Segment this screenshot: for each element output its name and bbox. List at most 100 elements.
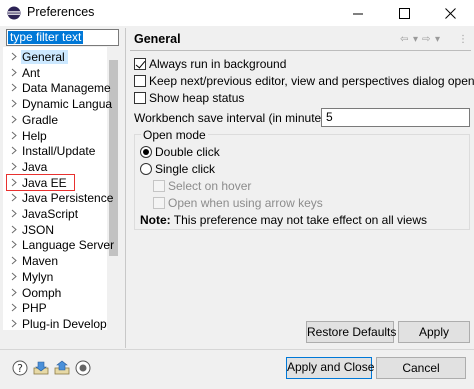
tree-item[interactable]: Plug-in Develop: [3, 316, 107, 330]
tree-item-label: JavaScript: [22, 207, 79, 221]
view-menu-icon[interactable]: ⋮: [458, 34, 468, 45]
note-label: Note:: [140, 213, 171, 227]
open-arrow-keys-checkbox[interactable]: [153, 197, 165, 209]
page-title: General: [134, 32, 181, 46]
page-navigation: ⇦ ▾ ⇨ ▾ ⋮: [400, 34, 470, 46]
double-click-radio[interactable]: [140, 146, 152, 158]
tree-item[interactable]: Oomph: [3, 285, 107, 301]
expand-arrow-icon[interactable]: [11, 131, 17, 140]
save-interval-value: 5: [326, 110, 333, 124]
tree-item-label: Data Manageme: [22, 81, 111, 96]
preference-tree[interactable]: General Ant Data Manageme Dynamic Langua Gra…: [3, 47, 120, 330]
tree-item[interactable]: PHP: [3, 300, 107, 316]
filter-input[interactable]: type filter text: [6, 29, 119, 46]
tree-item[interactable]: Gradle: [3, 112, 107, 128]
tree-item[interactable]: Data Manageme: [3, 80, 111, 96]
pane-divider[interactable]: [125, 28, 126, 348]
tree-item-label: Maven: [22, 254, 59, 269]
keep-dialog-open-label: Keep next/previous editor, view and pers…: [149, 74, 474, 88]
expand-arrow-icon[interactable]: [11, 52, 17, 61]
minimize-button[interactable]: [336, 0, 382, 26]
double-click-label: Double click: [155, 145, 220, 159]
tree-item-label: Plug-in Develop: [22, 316, 107, 330]
back-arrow-icon[interactable]: ⇦: [400, 34, 408, 45]
dropdown-icon[interactable]: ▾: [435, 34, 440, 45]
tree-item[interactable]: Install/Update: [3, 143, 107, 159]
tree-item[interactable]: Maven: [3, 253, 107, 269]
note-text: Note: This preference may not take effec…: [140, 213, 427, 227]
tree-item[interactable]: Java Persistence: [3, 190, 113, 206]
tree-item-label: General: [21, 50, 68, 64]
forward-arrow-icon[interactable]: ⇨: [422, 34, 430, 45]
window-title: Preferences: [27, 5, 95, 19]
title-bar: Preferences: [0, 0, 474, 26]
cancel-button[interactable]: Cancel: [376, 357, 466, 379]
expand-arrow-icon[interactable]: [11, 303, 17, 312]
help-icon[interactable]: ?: [12, 360, 28, 376]
open-arrow-keys-label: Open when using arrow keys: [168, 196, 323, 210]
open-mode-title: Open mode: [141, 128, 208, 142]
close-button[interactable]: [428, 0, 474, 26]
save-interval-input[interactable]: 5: [321, 108, 470, 127]
single-click-radio[interactable]: [140, 163, 152, 175]
minimize-icon: [353, 13, 363, 15]
maximize-icon: [399, 8, 410, 19]
expand-arrow-icon[interactable]: [11, 240, 17, 249]
maximize-button[interactable]: [382, 0, 428, 26]
tree-item-label: Oomph: [22, 285, 62, 300]
tree-item-label: PHP: [22, 301, 47, 316]
tree-item-label: Ant: [22, 65, 41, 80]
dropdown-icon[interactable]: ▾: [413, 34, 418, 45]
tree-item[interactable]: Language Server: [3, 237, 114, 253]
tree-item-label: Mylyn: [22, 269, 54, 284]
expand-arrow-icon[interactable]: [11, 115, 17, 124]
single-click-label: Single click: [155, 162, 216, 176]
select-on-hover-label: Select on hover: [168, 179, 252, 193]
export-icon[interactable]: [54, 360, 70, 376]
expand-arrow-icon[interactable]: [11, 146, 17, 155]
import-icon[interactable]: [33, 360, 49, 376]
note-message: This preference may not take effect on a…: [170, 213, 428, 227]
expand-arrow-icon[interactable]: [11, 272, 17, 281]
tree-item[interactable]: Dynamic Langua: [3, 96, 112, 112]
tree-item-label: JSON: [22, 222, 55, 237]
expand-arrow-icon[interactable]: [11, 68, 17, 77]
tree-item[interactable]: General: [3, 49, 107, 65]
tree-item[interactable]: Help: [3, 128, 107, 144]
expand-arrow-icon[interactable]: [11, 288, 17, 297]
tree-item-label: Install/Update: [22, 144, 96, 159]
tree-item[interactable]: Mylyn: [3, 269, 107, 285]
expand-arrow-icon[interactable]: [11, 193, 17, 202]
expand-arrow-icon[interactable]: [11, 319, 17, 328]
show-heap-checkbox[interactable]: [134, 92, 146, 104]
expand-arrow-icon[interactable]: [11, 225, 17, 234]
run-background-checkbox[interactable]: [134, 58, 146, 70]
expand-arrow-icon[interactable]: [11, 83, 17, 92]
keep-dialog-open-checkbox[interactable]: [134, 75, 146, 87]
record-icon[interactable]: [75, 360, 91, 376]
select-on-hover-checkbox[interactable]: [153, 180, 165, 192]
tree-item-label: Java Persistence: [22, 191, 114, 206]
highlight-box: [6, 173, 75, 191]
title-separator: [130, 50, 471, 51]
tree-item-label: Language Server: [22, 238, 115, 253]
expand-arrow-icon[interactable]: [11, 162, 17, 171]
tree-item[interactable]: JavaScript: [3, 206, 107, 222]
show-heap-label: Show heap status: [149, 91, 245, 105]
filter-text: type filter text: [8, 30, 84, 44]
restore-defaults-button[interactable]: Restore Defaults: [306, 321, 396, 343]
tree-item-label: Gradle: [22, 112, 59, 127]
tree-item-label: Help: [22, 128, 47, 143]
tree-item-label: Dynamic Langua: [22, 97, 113, 112]
expand-arrow-icon[interactable]: [11, 256, 17, 265]
apply-and-close-button[interactable]: Apply and Close: [286, 357, 374, 379]
expand-arrow-icon[interactable]: [11, 209, 17, 218]
bottom-separator: [0, 349, 474, 350]
expand-arrow-icon[interactable]: [11, 99, 17, 108]
apply-button[interactable]: Apply: [398, 321, 470, 343]
eclipse-icon: [7, 6, 21, 20]
run-background-label: Always run in background: [149, 57, 287, 71]
tree-item[interactable]: JSON: [3, 222, 107, 238]
tree-item[interactable]: Ant: [3, 65, 107, 81]
tree-item[interactable]: Java: [3, 159, 107, 175]
